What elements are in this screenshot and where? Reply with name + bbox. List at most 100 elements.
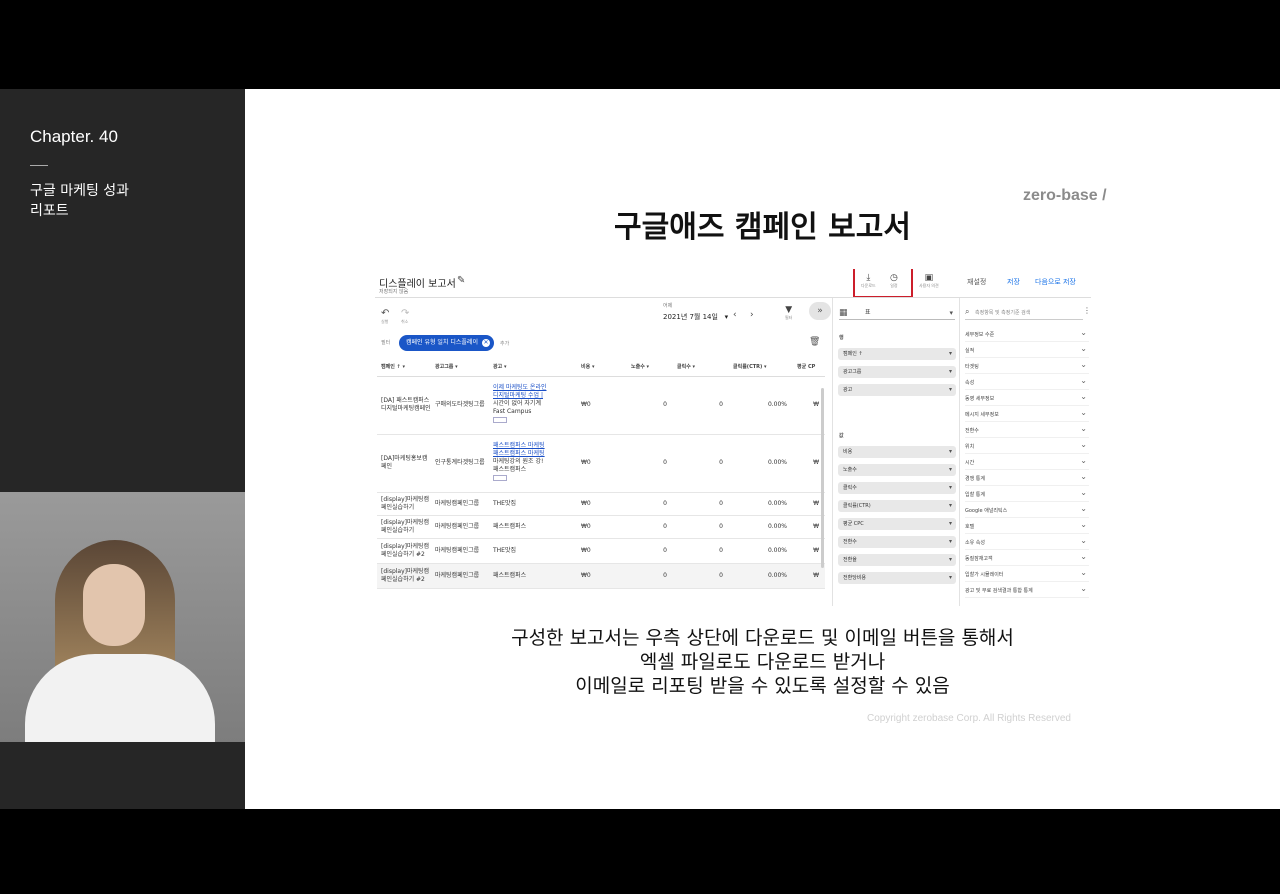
adgroup-cell: 마케팅캠페인그룹	[431, 515, 489, 539]
ad-headline-link[interactable]: 패스트캠퍼스 마케팅	[493, 450, 577, 458]
close-icon[interactable]: ✕	[481, 339, 490, 347]
value-metric-pill[interactable]: 클릭수	[838, 482, 956, 494]
presenter-face	[83, 564, 145, 646]
ad-headline-link[interactable]: 이제 마케팅도 온라인	[493, 384, 577, 392]
catalog-item[interactable]: 경쟁 통계	[965, 470, 1089, 486]
chapter-sidebar: Chapter. 40 구글 마케팅 성과 리포트	[0, 89, 245, 809]
save-button[interactable]: 저장	[1007, 277, 1020, 287]
column-header[interactable]: 비용 ▾	[577, 358, 627, 377]
report-table-area: ↶ 실행 ↷ 취소 어제 2021년 7월 14일 ▾ ‹ › ▼ 필터 » 필…	[375, 298, 831, 606]
undo-label: 실행	[381, 319, 389, 324]
table-vertical-scrollbar[interactable]	[821, 388, 824, 568]
value-metric-pill[interactable]: 비용	[838, 446, 956, 458]
more-vert-icon[interactable]: ⋮	[1083, 306, 1091, 315]
campaign-cell: [display]마케팅캠페인실습하기	[377, 492, 431, 516]
ad-description: 마케팅강의 원조 강!	[493, 458, 544, 465]
filter-button[interactable]: ▼ 필터	[785, 305, 792, 321]
ad-description: 시간이 없어 자기계	[493, 400, 541, 407]
filter-chip[interactable]: 캠페인 유형 일치 디스플레이 ✕	[399, 335, 494, 351]
chapter-number: Chapter. 40	[30, 127, 118, 146]
column-header[interactable]: 클릭수 ▾	[673, 358, 729, 377]
clicks-cell: 0	[673, 515, 729, 539]
report-table: 캠페인 ↑ ▾ 광고그룹 ▾ 광고 ▾ 비용 ▾ 노출수 ▾ 클릭수 ▾ 클릭률…	[377, 358, 825, 589]
value-metric-pill[interactable]: 클릭률(CTR)	[838, 500, 956, 512]
row-dimension-pill[interactable]: 광고	[838, 384, 956, 396]
catalog-item[interactable]: 호텔	[965, 518, 1089, 534]
feedback-button[interactable]: ▣ 사용자 의견	[919, 273, 939, 289]
table-header-row: 캠페인 ↑ ▾ 광고그룹 ▾ 광고 ▾ 비용 ▾ 노출수 ▾ 클릭수 ▾ 클릭률…	[377, 358, 825, 377]
presenter-body	[25, 654, 215, 742]
column-header[interactable]: 광고 ▾	[489, 358, 577, 377]
caption-line: 이메일로 리포팅 받을 수 있도록 설정할 수 있음	[575, 675, 950, 697]
cost-cell: ₩0	[577, 563, 627, 589]
column-header[interactable]: 노출수 ▾	[627, 358, 673, 377]
catalog-item[interactable]: 세부정보 수준	[965, 326, 1089, 342]
catalog-item[interactable]: 위치	[965, 438, 1089, 454]
ad-headline-link[interactable]: 패스트캠퍼스 마케팅	[493, 442, 577, 450]
broken-image-icon	[493, 475, 507, 481]
catalog-item[interactable]: 입찰 통계	[965, 486, 1089, 502]
field-catalog: ⌕ 측정항목 및 측정기준 검색 ⋮ 세부정보 수준 실적 타겟팅 속성 동영 …	[961, 298, 1091, 606]
value-metric-pill[interactable]: 전환당비용	[838, 572, 956, 584]
clicks-cell: 0	[673, 492, 729, 516]
ad-headline-link[interactable]: 디지털마케팅 수업 |	[493, 392, 577, 400]
catalog-item[interactable]: 타겟팅	[965, 358, 1089, 374]
save-as-button[interactable]: 다음으로 저장	[1035, 277, 1076, 287]
trash-icon[interactable]: 🗑	[809, 337, 820, 347]
pencil-icon[interactable]: ✎	[457, 275, 465, 286]
catalog-item[interactable]: 전환수	[965, 422, 1089, 438]
date-range-select[interactable]: 2021년 7월 14일 ▾	[663, 312, 728, 322]
campaign-cell: [DA]마케팅홍보캠페인	[377, 434, 431, 493]
undo-icon: ↶	[381, 308, 390, 319]
filter-chip-label: 캠페인 유형 일치 디스플레이	[406, 339, 478, 346]
cost-cell: ₩0	[577, 492, 627, 516]
slide: zero-base / 구글애즈 캠페인 보고서 디스플레이 보고서 ✎ 저장되…	[245, 89, 1280, 809]
column-header[interactable]: 캠페인 ↑ ▾	[377, 358, 431, 377]
ctr-cell: 0.00%	[729, 538, 793, 564]
expand-panel-button[interactable]: »	[809, 302, 831, 320]
copyright-text: Copyright zerobase Corp. All Rights Rese…	[867, 713, 1071, 724]
date-prev-button[interactable]: ‹	[733, 310, 737, 320]
redo-button[interactable]: ↷ 취소	[401, 308, 409, 325]
caption-line: 엑셀 파일로도 다운로드 받거나	[639, 651, 886, 673]
table-row: [DA] 패스트캠퍼스디지털마케팅캠페인 구매의도타겟팅그룹 이제 마케팅도 온…	[377, 376, 825, 435]
catalog-item[interactable]: 시간	[965, 454, 1089, 470]
catalog-item[interactable]: 실적	[965, 342, 1089, 358]
catalog-item[interactable]: 소유 속성	[965, 534, 1089, 550]
date-next-button[interactable]: ›	[750, 310, 754, 320]
value-metric-pill[interactable]: 평균 CPC	[838, 518, 956, 530]
reset-button[interactable]: 재설정	[967, 277, 986, 287]
value-metric-pill[interactable]: 전환수	[838, 536, 956, 548]
catalog-item[interactable]: 동영 세부정보	[965, 390, 1089, 406]
view-type-select[interactable]: 표	[839, 306, 955, 320]
catalog-item[interactable]: 광고 및 무료 검색결과 통합 통계	[965, 582, 1089, 598]
undo-button[interactable]: ↶ 실행	[381, 308, 389, 325]
report-subtitle: 저장되지 않음	[379, 289, 409, 295]
value-metric-pill[interactable]: 전환율	[838, 554, 956, 566]
report-config-panel: 표 행 캠페인 ↑ 광고그룹 광고 값 비용 노출수 클릭수 클릭률(CTR) …	[832, 298, 960, 606]
row-dimension-pill[interactable]: 캠페인 ↑	[838, 348, 956, 360]
column-header[interactable]: 클릭률(CTR) ▾	[729, 358, 793, 377]
catalog-item[interactable]: Google 애널리틱스	[965, 502, 1089, 518]
value-metric-pill[interactable]: 노출수	[838, 464, 956, 476]
catalog-item[interactable]: 입찰가 시뮬레이터	[965, 566, 1089, 582]
add-filter-button[interactable]: 추가	[500, 340, 509, 347]
catalog-item[interactable]: 속성	[965, 374, 1089, 390]
row-dimension-pill[interactable]: 광고그룹	[838, 366, 956, 378]
table-row: [display]마케팅캠페인실습하기 마케팅캠페인그룹 THE맛집 ₩0 0 …	[377, 492, 825, 516]
campaign-cell: [DA] 패스트캠퍼스디지털마케팅캠페인	[377, 376, 431, 435]
field-search-input[interactable]: 측정항목 및 측정기준 검색	[965, 306, 1083, 320]
date-range-value: 2021년 7월 14일	[663, 313, 718, 321]
cost-cell: ₩0	[577, 515, 627, 539]
feedback-icon: ▣	[924, 273, 934, 283]
clicks-cell: 0	[673, 563, 729, 589]
catalog-item[interactable]: 메시지 세부정보	[965, 406, 1089, 422]
column-header[interactable]: 광고그룹 ▾	[431, 358, 489, 377]
adgroup-cell: 마케팅캠페인그룹	[431, 538, 489, 564]
ad-cell: THE맛집	[489, 538, 577, 564]
catalog-item[interactable]: 동질잠재고객	[965, 550, 1089, 566]
ctr-cell: 0.00%	[729, 492, 793, 516]
chapter-divider	[30, 165, 48, 166]
column-header[interactable]: 평균 CP	[793, 358, 825, 377]
adgroup-cell: 마케팅캠페인그룹	[431, 492, 489, 516]
